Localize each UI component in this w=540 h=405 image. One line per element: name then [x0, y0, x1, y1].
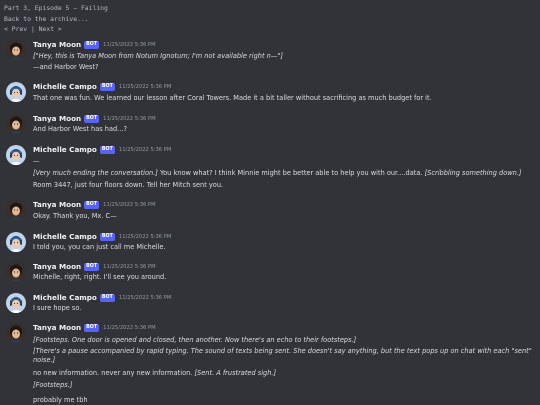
message-header: Michelle Campo BOT 11/25/2022 5:36 PM [33, 293, 171, 303]
stage-direction-text: [Footsteps.] [33, 381, 73, 389]
message-content: [Very much ending the conversation.] You… [33, 169, 533, 178]
author-name[interactable]: Tanya Moon [33, 40, 81, 50]
prev-link[interactable]: < Prev [4, 25, 27, 33]
bot-badge: BOT [99, 146, 115, 154]
timestamp: 11/25/2022 5:36 PM [118, 234, 172, 240]
avatar[interactable] [6, 262, 26, 282]
dialogue-text: probably me tbh [33, 396, 88, 404]
dialogue-text: — [33, 157, 40, 165]
avatar[interactable] [6, 40, 26, 60]
message-content: [Footsteps.] [33, 381, 533, 390]
bot-badge: BOT [84, 115, 100, 123]
message-content: ["Hey, this is Tanya Moon from Notum Ign… [33, 52, 533, 61]
episode-title: Part 3, Episode 5 — Failing [4, 4, 108, 12]
message-content: —and Harbor West? [33, 63, 533, 72]
message-header: Tanya Moon BOT 11/25/2022 5:36 PM [33, 114, 156, 124]
message-content: And Harbor West has had...? [33, 125, 533, 134]
bot-badge: BOT [84, 201, 100, 209]
bot-badge: BOT [99, 83, 115, 91]
bot-badge: BOT [99, 294, 115, 302]
timestamp: 11/25/2022 5:36 PM [103, 42, 156, 48]
dialogue-text: I sure hope so. [33, 304, 82, 312]
author-name[interactable]: Michelle Campo [33, 232, 97, 242]
stage-direction-text: [Very much ending the conversation.] [33, 169, 158, 177]
timestamp: 11/25/2022 5:36 PM [103, 202, 156, 208]
message-header: Michelle Campo BOT 11/25/2022 5:36 PM [33, 82, 171, 92]
bot-badge: BOT [99, 233, 115, 241]
message-header: Michelle Campo BOT 11/25/2022 5:36 PM [33, 232, 171, 242]
timestamp: 11/25/2022 5:36 PM [118, 295, 172, 301]
avatar[interactable] [6, 232, 26, 252]
archive-header: Part 3, Episode 5 — Failing Back to the … [4, 3, 108, 35]
message-content: [There's a pause accompanied by rapid ty… [33, 347, 533, 366]
timestamp: 11/25/2022 5:36 PM [118, 84, 172, 90]
author-name[interactable]: Tanya Moon [33, 200, 81, 210]
avatar[interactable] [6, 82, 26, 102]
message-content: Okay. Thank you, Mx. C— [33, 212, 533, 221]
back-to-archive-link[interactable]: Back to the archive... [4, 14, 108, 25]
message-content: Room 3447, just four floors down. Tell h… [33, 181, 533, 190]
author-name[interactable]: Michelle Campo [33, 82, 97, 92]
avatar[interactable] [6, 200, 26, 220]
bot-badge: BOT [84, 41, 100, 49]
message-header: Michelle Campo BOT 11/25/2022 5:36 PM [33, 145, 171, 155]
bot-badge: BOT [84, 263, 100, 271]
dialogue-text: You know what? I think Minnie might be b… [157, 169, 425, 177]
message-content: [Footsteps. One door is opened and close… [33, 336, 533, 345]
stage-direction-text: [There's a pause accompanied by rapid ty… [33, 347, 532, 365]
dialogue-text: Okay. Thank you, Mx. C— [33, 212, 117, 220]
avatar[interactable] [6, 145, 26, 165]
message-header: Tanya Moon BOT 11/25/2022 5:36 PM [33, 323, 156, 333]
avatar[interactable] [6, 114, 26, 134]
message-header: Tanya Moon BOT 11/25/2022 5:36 PM [33, 200, 156, 210]
timestamp: 11/25/2022 5:36 PM [103, 116, 156, 122]
dialogue-text: no new information. never any new inform… [33, 369, 195, 377]
message-content: no new information. never any new inform… [33, 369, 533, 378]
stage-direction-text: ["Hey, this is Tanya Moon from Notum Ign… [33, 52, 283, 60]
message-header: Tanya Moon BOT 11/25/2022 5:36 PM [33, 40, 156, 50]
message-content: — [33, 157, 533, 166]
next-link[interactable]: Next > [39, 25, 62, 33]
chat-log-page: Part 3, Episode 5 — Failing Back to the … [0, 0, 540, 405]
author-name[interactable]: Tanya Moon [33, 114, 81, 124]
author-name[interactable]: Michelle Campo [33, 293, 97, 303]
timestamp: 11/25/2022 5:36 PM [103, 264, 156, 270]
stage-direction-text: [Scribbling something down.] [424, 169, 522, 177]
message-content: That one was fun. We learned our lesson … [33, 94, 533, 103]
avatar[interactable] [6, 293, 26, 313]
pagination: < Prev | Next > [4, 24, 108, 35]
avatar[interactable] [6, 323, 26, 343]
dialogue-text: And Harbor West has had...? [33, 125, 127, 133]
dialogue-text: Room 3447, just four floors down. Tell h… [33, 181, 224, 189]
message-content: probably me tbh [33, 396, 533, 405]
bot-badge: BOT [84, 324, 100, 332]
message-content: I sure hope so. [33, 304, 533, 313]
stage-direction-text: [Footsteps. One door is opened and close… [33, 336, 357, 344]
message-content: I told you, you can just call me Michell… [33, 243, 533, 252]
stage-direction-text: [Sent. A frustrated sigh.] [194, 369, 277, 377]
author-name[interactable]: Michelle Campo [33, 145, 97, 155]
dialogue-text: I told you, you can just call me Michell… [33, 243, 166, 251]
dialogue-text: That one was fun. We learned our lesson … [33, 94, 432, 102]
pagination-separator: | [30, 25, 35, 33]
timestamp: 11/25/2022 5:36 PM [103, 325, 156, 331]
author-name[interactable]: Tanya Moon [33, 262, 81, 272]
author-name[interactable]: Tanya Moon [33, 323, 81, 333]
dialogue-text: Michelle, right, right. I'll see you aro… [33, 273, 167, 281]
message-header: Tanya Moon BOT 11/25/2022 5:36 PM [33, 262, 156, 272]
dialogue-text: —and Harbor West? [33, 63, 99, 71]
message-content: Michelle, right, right. I'll see you aro… [33, 273, 533, 282]
timestamp: 11/25/2022 5:36 PM [118, 147, 172, 153]
